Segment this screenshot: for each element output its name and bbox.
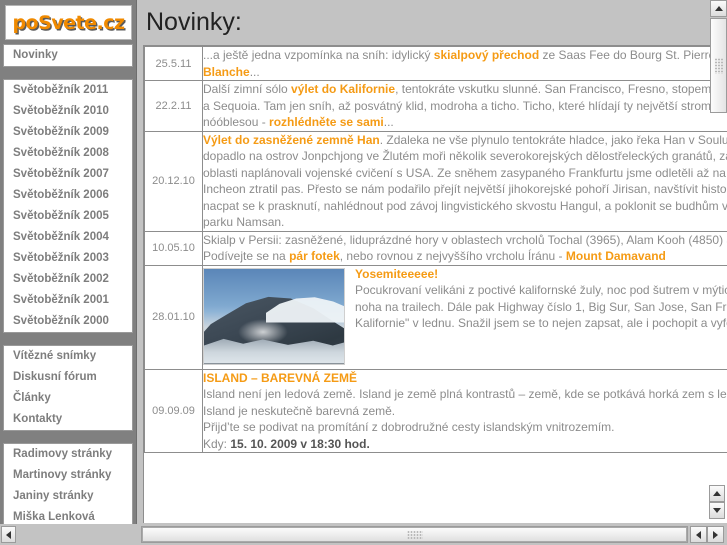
sidebar-item-diskusni-forum[interactable]: Diskusní fórum xyxy=(4,367,132,388)
sidebar-item-svetobeznik-2004[interactable]: Světoběžník 2004 xyxy=(4,227,132,248)
news-text: Další zimní sólo xyxy=(203,82,292,96)
page-scroll-left-button[interactable] xyxy=(1,526,16,543)
news-text: ze Saas Fee do Bourg St. Pierre přes xyxy=(539,48,727,62)
table-row[interactable]: 09.09.09 ISLAND – BAREVNÁ ZEMĚ Island ne… xyxy=(144,368,727,453)
sidebar-item-clanky[interactable]: Články xyxy=(4,388,132,409)
sidebar-divider-2 xyxy=(0,333,136,345)
chevron-left-icon xyxy=(6,530,11,539)
scrollbar-thumb-vertical[interactable] xyxy=(710,18,727,113)
vertical-scrollbar-inner[interactable] xyxy=(709,485,725,519)
site-logo[interactable]: poSvete.cz xyxy=(5,5,132,40)
news-body: ...a ještě jedna vzpomínka na sníh: idyl… xyxy=(202,46,727,81)
news-text: ... xyxy=(249,64,260,79)
news-link[interactable]: Výlet do zasněžené zemně Han xyxy=(203,133,380,147)
yosemite-thumbnail-image[interactable] xyxy=(203,267,345,365)
news-link[interactable]: skialpový přechod xyxy=(434,48,539,62)
main-content: Novinky: 25.5.11 ...a ještě jedna vzpomí… xyxy=(138,0,727,545)
news-body: ISLAND – BAREVNÁ ZEMĚ Island není jen le… xyxy=(202,368,727,453)
vertical-scrollbar-outer[interactable] xyxy=(710,0,727,130)
news-link[interactable]: pár fotek xyxy=(289,249,340,263)
chevron-left-icon xyxy=(696,530,701,539)
chevron-down-icon xyxy=(713,508,721,513)
sidebar-item-svetobeznik-2008[interactable]: Světoběžník 2008 xyxy=(4,143,132,164)
page-title: Novinky: xyxy=(146,8,242,36)
news-date: 25.5.11 xyxy=(144,46,203,81)
table-row[interactable]: 10.05.10 Skialp v Persii: zasněžené, lid… xyxy=(144,230,727,266)
sidebar-item-janiny-stranky[interactable]: Janiny stránky xyxy=(4,486,132,507)
news-body: Skialp v Persii: zasněžené, liduprázdné … xyxy=(202,230,727,266)
news-body: Další zimní sólo výlet do Kalifornie, te… xyxy=(202,80,727,132)
sidebar-item-vitezne-snimky[interactable]: Vítězné snímky xyxy=(4,346,132,367)
sidebar-item-svetobeznik-2003[interactable]: Světoběžník 2003 xyxy=(4,248,132,269)
sidebar: poSvete.cz Novinky Světoběžník 2011 Svět… xyxy=(0,0,137,545)
news-link[interactable]: Mount Damavand xyxy=(566,249,666,263)
sidebar-group-sections: Vítězné snímky Diskusní fórum Články Kon… xyxy=(3,345,133,431)
news-when-label: Kdy: xyxy=(203,436,231,451)
news-body: Výlet do zasněžené zemně Han. Zdaleka ne… xyxy=(202,130,727,232)
horizontal-scrollbar[interactable] xyxy=(139,524,727,545)
news-headline[interactable]: ISLAND – BAREVNÁ ZEMĚ xyxy=(203,370,727,387)
table-row[interactable]: 25.5.11 ...a ještě jedna vzpomínka na sn… xyxy=(144,46,727,81)
chevron-right-icon xyxy=(713,530,718,539)
news-date: 28.01.10 xyxy=(144,264,203,370)
news-text: , nebo rovnou z nejvyššího vrcholu Íránu… xyxy=(339,249,566,263)
sidebar-item-svetobeznik-2009[interactable]: Světoběžník 2009 xyxy=(4,122,132,143)
inner-scroll-down-button[interactable] xyxy=(709,502,725,519)
sidebar-item-svetobeznik-2010[interactable]: Světoběžník 2010 xyxy=(4,101,132,122)
sidebar-item-svetobeznik-2005[interactable]: Světoběžník 2005 xyxy=(4,206,132,227)
scroll-up-button[interactable] xyxy=(710,0,727,17)
sidebar-item-kontakty[interactable]: Kontakty xyxy=(4,409,132,430)
sidebar-item-martinovy-stranky[interactable]: Martinovy stránky xyxy=(4,465,132,486)
sidebar-item-svetobeznik-2000[interactable]: Světoběžník 2000 xyxy=(4,311,132,332)
browser-page: poSvete.cz Novinky Světoběžník 2011 Svět… xyxy=(0,0,727,545)
chevron-up-icon xyxy=(714,6,723,11)
table-row[interactable]: 20.12.10 Výlet do zasněžené zemně Han. Z… xyxy=(144,130,727,232)
inner-scroll-up-button[interactable] xyxy=(709,485,725,502)
sidebar-group-years: Světoběžník 2011 Světoběžník 2010 Světob… xyxy=(3,79,133,333)
site-logo-text: poSvete.cz xyxy=(12,11,125,34)
news-text: Pocukrovaní velikáni z poctivé kaliforns… xyxy=(355,283,727,330)
news-date: 22.2.11 xyxy=(144,80,203,132)
grip-icon xyxy=(406,530,423,539)
news-link[interactable]: výlet do Kalifornie xyxy=(291,82,395,96)
sidebar-item-svetobeznik-2002[interactable]: Světoběžník 2002 xyxy=(4,269,132,290)
news-body: Yosemiteeeee! Pocukrovaní velikáni z poc… xyxy=(202,264,727,370)
table-row[interactable]: 28.01.10 Yosemiteeeee! Pocukrovaní velik… xyxy=(144,264,727,370)
scrollbar-corner-left xyxy=(0,524,138,545)
horizontal-scroll-buttons xyxy=(690,526,724,543)
news-text: ...a ještě jedna vzpomínka na sníh: idyl… xyxy=(203,48,434,62)
scrollbar-thumb-horizontal[interactable] xyxy=(142,527,687,542)
news-frame[interactable]: 25.5.11 ...a ještě jedna vzpomínka na sn… xyxy=(143,45,727,523)
news-date: 10.05.10 xyxy=(144,230,203,266)
sidebar-item-svetobeznik-2007[interactable]: Světoběžník 2007 xyxy=(4,164,132,185)
horizontal-scrollbar-track[interactable] xyxy=(141,526,688,543)
news-date: 09.09.09 xyxy=(144,368,203,453)
chevron-up-icon xyxy=(713,491,721,496)
news-text: Island není jen ledová země. Island je z… xyxy=(203,387,727,418)
table-row[interactable]: 22.2.11 Další zimní sólo výlet do Kalifo… xyxy=(144,80,727,132)
scroll-right-button[interactable] xyxy=(707,526,724,543)
scroll-left-button[interactable] xyxy=(690,526,707,543)
sidebar-item-svetobeznik-2011[interactable]: Světoběžník 2011 xyxy=(4,80,132,101)
news-date: 20.12.10 xyxy=(144,130,203,232)
sidebar-item-novinky[interactable]: Novinky xyxy=(4,45,132,66)
news-table: 25.5.11 ...a ještě jedna vzpomínka na sn… xyxy=(144,46,727,453)
sidebar-divider-3 xyxy=(0,431,136,443)
sidebar-item-radimovy-stranky[interactable]: Radimovy stránky xyxy=(4,444,132,465)
sidebar-item-svetobeznik-2001[interactable]: Světoběžník 2001 xyxy=(4,290,132,311)
grip-icon xyxy=(714,57,723,74)
news-text: ... xyxy=(383,115,394,129)
news-link[interactable]: rozhlédněte se sami xyxy=(269,115,384,129)
sidebar-group-main: Novinky xyxy=(3,44,133,67)
news-when-value: 15. 10. 2009 v 18:30 hod. xyxy=(230,436,370,451)
sidebar-divider-1 xyxy=(0,67,136,79)
sidebar-item-svetobeznik-2006[interactable]: Světoběžník 2006 xyxy=(4,185,132,206)
news-text: Přijd’te se podivat na promítání z dobro… xyxy=(203,420,615,434)
